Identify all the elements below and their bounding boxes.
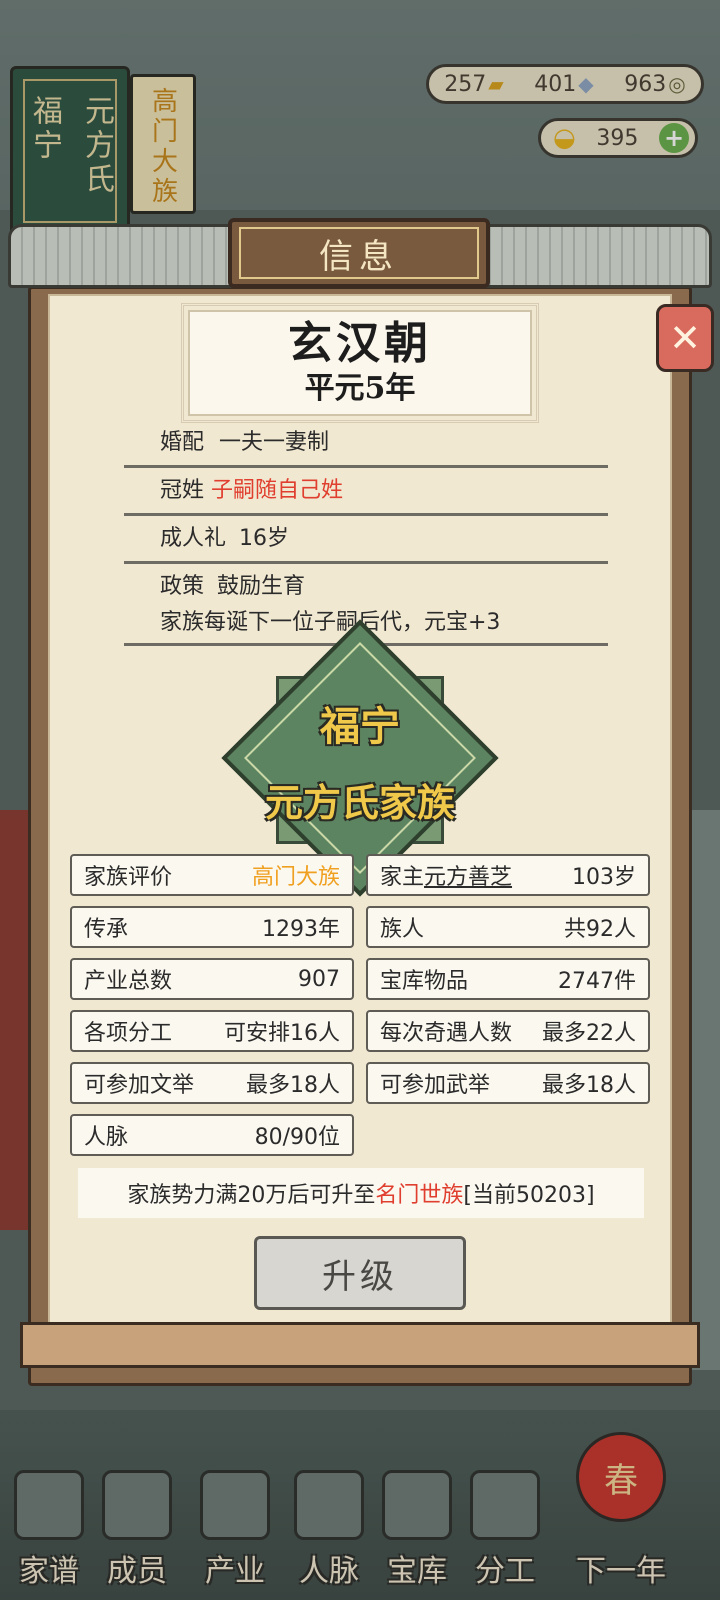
upgrade-note: 家族势力满20万后可升至 名门世族 [当前50203] — [78, 1168, 644, 1218]
stat-value: 最多22人 — [542, 1021, 636, 1046]
close-button[interactable]: ✕ — [656, 304, 714, 372]
rule-value: 子嗣随自己姓 — [211, 478, 344, 503]
upgrade-note-prefix: 家族势力满20万后可升至 — [127, 1183, 376, 1208]
modal-title: 信息 — [239, 227, 479, 279]
emblem-clan: 元方氏家族 — [264, 780, 455, 825]
rule-coming-of-age: 成人礼 16岁 — [124, 520, 608, 564]
stat-label: 可参加武举 — [380, 1073, 491, 1098]
close-icon: ✕ — [669, 316, 701, 360]
stat-value: 2747件 — [558, 969, 636, 994]
stat-label: 族人 — [380, 917, 425, 942]
stat-label: 每次奇遇人数 — [380, 1021, 513, 1046]
stat-value: 80/90位 — [254, 1125, 340, 1150]
stat-label: 可参加文举 — [84, 1073, 195, 1098]
modal-frame-base — [20, 1322, 700, 1368]
stat-value: 共92人 — [564, 917, 636, 942]
stat-value: 可安排16人 — [224, 1021, 340, 1046]
stat-industry-total: 产业总数 907 — [70, 958, 354, 1000]
stat-heritage: 传承 1293年 — [70, 906, 354, 948]
modal-title-plaque: 信息 — [228, 218, 490, 288]
stat-label: 产业总数 — [84, 969, 173, 994]
stat-family-rating: 家族评价 高门大族 — [70, 854, 354, 896]
stat-treasury-items: 宝库物品 2747件 — [366, 958, 650, 1000]
rule-label: 冠姓 — [160, 478, 205, 503]
stat-members: 族人 共92人 — [366, 906, 650, 948]
dynasty-year: 平元5年 — [304, 371, 416, 406]
policy-description: 家族每诞下一位子嗣后代，元宝+3 — [160, 610, 501, 635]
dynasty-panel: 玄汉朝 平元5年 — [181, 303, 539, 423]
rule-value: 一夫一妻制 — [219, 430, 330, 455]
stat-value: 高门大族 — [251, 865, 340, 890]
rule-marriage: 婚配 一夫一妻制 — [124, 424, 608, 468]
stat-label: 家主元方善芝 — [380, 859, 512, 891]
stat-label: 各项分工 — [84, 1021, 173, 1046]
dynasty-name: 玄汉朝 — [288, 318, 432, 369]
stat-value: 1293年 — [262, 917, 340, 942]
rule-value: 鼓励生育 — [217, 574, 306, 599]
upgrade-note-suffix: [当前50203] — [463, 1183, 595, 1208]
upgrade-target: 名门世族 — [375, 1183, 464, 1208]
stat-division: 各项分工 可安排16人 — [70, 1010, 354, 1052]
stat-adventure: 每次奇遇人数 最多22人 — [366, 1010, 650, 1052]
stat-value: 最多18人 — [246, 1073, 340, 1098]
stat-value: 103岁 — [572, 865, 636, 890]
stat-value: 最多18人 — [542, 1073, 636, 1098]
rule-value: 16岁 — [239, 526, 290, 551]
head-name-link[interactable]: 元方善芝 — [424, 865, 512, 890]
rule-label: 政策 — [160, 574, 205, 599]
emblem-place: 福宁 — [320, 703, 400, 750]
stat-civil-exam: 可参加文举 最多18人 — [70, 1062, 354, 1104]
stat-label: 人脉 — [84, 1125, 129, 1150]
stat-label: 传承 — [84, 917, 129, 942]
rule-surname: 冠姓 子嗣随自己姓 — [124, 472, 608, 516]
stat-family-head[interactable]: 家主元方善芝 103岁 — [366, 854, 650, 896]
stat-military-exam: 可参加武举 最多18人 — [366, 1062, 650, 1104]
rule-label: 婚配 — [160, 430, 205, 455]
stat-value: 907 — [298, 966, 340, 992]
rule-label: 成人礼 — [160, 526, 227, 551]
upgrade-button[interactable]: 升级 — [254, 1236, 466, 1310]
stat-label: 家族评价 — [84, 865, 173, 890]
head-label: 家主 — [380, 865, 425, 890]
stat-network: 人脉 80/90位 — [70, 1114, 354, 1156]
stat-label: 宝库物品 — [380, 969, 469, 994]
